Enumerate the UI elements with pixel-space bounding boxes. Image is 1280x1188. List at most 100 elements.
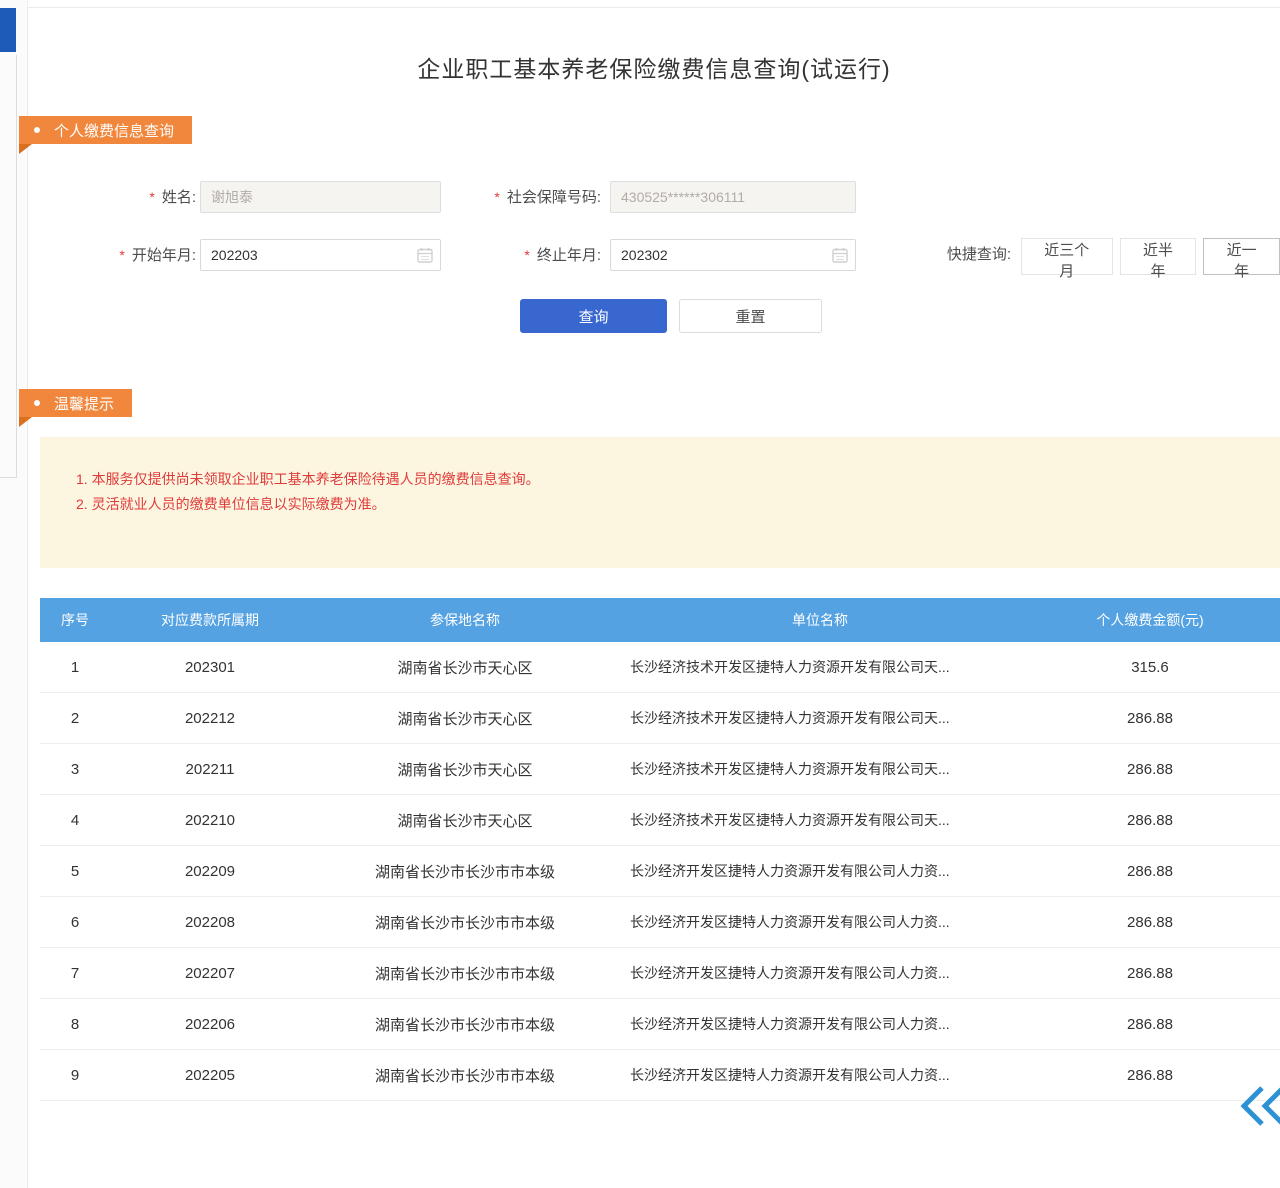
table-header-row: 序号对应费款所属期参保地名称单位名称个人缴费金额(元) xyxy=(40,598,1280,642)
table-header-cell: 参保地名称 xyxy=(310,598,620,642)
table-row: 7 202207 湖南省长沙市长沙市市本级 长沙经济开发区捷特人力资源开发有限公… xyxy=(40,948,1280,999)
cell-index: 2 xyxy=(40,693,110,744)
cell-amount: 286.88 xyxy=(1020,795,1280,846)
cell-period: 202301 xyxy=(110,642,310,693)
page-title: 企业职工基本养老保险缴费信息查询(试运行) xyxy=(28,50,1280,84)
ssn-input[interactable] xyxy=(610,181,856,213)
badge-fold-corner xyxy=(19,417,32,427)
badge-fold-corner xyxy=(19,144,32,154)
cell-index: 4 xyxy=(40,795,110,846)
notice-box: 1. 本服务仅提供尚未领取企业职工基本养老保险待遇人员的缴费信息查询。2. 灵活… xyxy=(40,437,1280,568)
table-row: 5 202209 湖南省长沙市长沙市市本级 长沙经济开发区捷特人力资源开发有限公… xyxy=(40,846,1280,897)
quick-query-button[interactable]: 近三个月 xyxy=(1021,238,1113,275)
table-row: 6 202208 湖南省长沙市长沙市市本级 长沙经济开发区捷特人力资源开发有限公… xyxy=(40,897,1280,948)
cell-company: 长沙经济技术开发区捷特人力资源开发有限公司天... xyxy=(620,744,1020,795)
end-date-input[interactable] xyxy=(610,239,856,271)
table-row: 9 202205 湖南省长沙市长沙市市本级 长沙经济开发区捷特人力资源开发有限公… xyxy=(40,1050,1280,1101)
cell-amount: 286.88 xyxy=(1020,948,1280,999)
cell-period: 202210 xyxy=(110,795,310,846)
table-header-cell: 对应费款所属期 xyxy=(110,598,310,642)
start-date-label: *开始年月: xyxy=(68,239,196,271)
table-header-cell: 单位名称 xyxy=(620,598,1020,642)
cell-amount: 286.88 xyxy=(1020,693,1280,744)
cell-region: 湖南省长沙市天心区 xyxy=(310,795,620,846)
cell-region: 湖南省长沙市天心区 xyxy=(310,744,620,795)
query-button[interactable]: 查询 xyxy=(520,299,667,333)
cell-amount: 286.88 xyxy=(1020,999,1280,1050)
calendar-icon[interactable] xyxy=(832,247,848,263)
start-date-input[interactable] xyxy=(200,239,441,271)
main-panel: 企业职工基本养老保险缴费信息查询(试运行) 个人缴费信息查询 *姓名: *社会保… xyxy=(27,7,1280,1188)
end-date-field-wrap xyxy=(610,239,856,271)
section-badge-label: 个人缴费信息查询 xyxy=(54,120,174,141)
ssn-label: *社会保障号码: xyxy=(448,181,601,213)
required-mark: * xyxy=(119,247,124,263)
table-row: 1 202301 湖南省长沙市天心区 长沙经济技术开发区捷特人力资源开发有限公司… xyxy=(40,642,1280,693)
cell-company: 长沙经济开发区捷特人力资源开发有限公司人力资... xyxy=(620,1050,1020,1101)
reset-button[interactable]: 重置 xyxy=(679,299,822,333)
cell-index: 5 xyxy=(40,846,110,897)
cell-period: 202206 xyxy=(110,999,310,1050)
cell-region: 湖南省长沙市长沙市市本级 xyxy=(310,846,620,897)
name-field-wrap xyxy=(200,181,441,213)
sidebar-collapsed-tab[interactable] xyxy=(0,8,16,52)
section-badge-label: 温馨提示 xyxy=(54,393,114,414)
cell-index: 1 xyxy=(40,642,110,693)
collapsed-sidebar-divider xyxy=(16,55,17,478)
cell-company: 长沙经济技术开发区捷特人力资源开发有限公司天... xyxy=(620,642,1020,693)
cell-amount: 286.88 xyxy=(1020,897,1280,948)
cell-amount: 286.88 xyxy=(1020,846,1280,897)
cell-region: 湖南省长沙市长沙市市本级 xyxy=(310,948,620,999)
table-row: 8 202206 湖南省长沙市长沙市市本级 长沙经济开发区捷特人力资源开发有限公… xyxy=(40,999,1280,1050)
section-badge-personal-query: 个人缴费信息查询 xyxy=(19,116,192,144)
cell-period: 202207 xyxy=(110,948,310,999)
cell-company: 长沙经济开发区捷特人力资源开发有限公司人力资... xyxy=(620,999,1020,1050)
cell-period: 202208 xyxy=(110,897,310,948)
name-input[interactable] xyxy=(200,181,441,213)
quick-query-button[interactable]: 近一年 xyxy=(1203,238,1280,275)
cell-period: 202211 xyxy=(110,744,310,795)
cell-period: 202209 xyxy=(110,846,310,897)
cell-company: 长沙经济技术开发区捷特人力资源开发有限公司天... xyxy=(620,693,1020,744)
quick-query-button[interactable]: 近半年 xyxy=(1120,238,1197,275)
cell-amount: 315.6 xyxy=(1020,642,1280,693)
cell-region: 湖南省长沙市天心区 xyxy=(310,693,620,744)
calendar-icon[interactable] xyxy=(417,247,433,263)
end-date-label: *终止年月: xyxy=(448,239,601,271)
cell-company: 长沙经济技术开发区捷特人力资源开发有限公司天... xyxy=(620,795,1020,846)
required-mark: * xyxy=(524,247,529,263)
cell-company: 长沙经济开发区捷特人力资源开发有限公司人力资... xyxy=(620,948,1020,999)
ssn-field-wrap xyxy=(610,181,856,213)
table-row: 3 202211 湖南省长沙市天心区 长沙经济技术开发区捷特人力资源开发有限公司… xyxy=(40,744,1280,795)
bullet-icon xyxy=(34,127,40,133)
cell-index: 7 xyxy=(40,948,110,999)
cell-period: 202212 xyxy=(110,693,310,744)
double-chevron-left-icon[interactable] xyxy=(1239,1084,1280,1128)
notice-line: 1. 本服务仅提供尚未领取企业职工基本养老保险待遇人员的缴费信息查询。 xyxy=(76,467,1280,492)
payment-table: 序号对应费款所属期参保地名称单位名称个人缴费金额(元) 1 202301 湖南省… xyxy=(40,598,1280,1101)
cell-region: 湖南省长沙市长沙市市本级 xyxy=(310,897,620,948)
quick-query-group: 近三个月近半年近一年 xyxy=(1021,238,1280,275)
cell-region: 湖南省长沙市天心区 xyxy=(310,642,620,693)
required-mark: * xyxy=(149,189,154,205)
required-mark: * xyxy=(494,189,499,205)
cell-amount: 286.88 xyxy=(1020,744,1280,795)
cell-company: 长沙经济开发区捷特人力资源开发有限公司人力资... xyxy=(620,846,1020,897)
cell-region: 湖南省长沙市长沙市市本级 xyxy=(310,1050,620,1101)
quick-query-label: 快捷查询: xyxy=(908,239,1011,271)
table-header-cell: 个人缴费金额(元) xyxy=(1020,598,1280,642)
section-badge-tips: 温馨提示 xyxy=(19,389,132,417)
cell-index: 9 xyxy=(40,1050,110,1101)
cell-company: 长沙经济开发区捷特人力资源开发有限公司人力资... xyxy=(620,897,1020,948)
cell-region: 湖南省长沙市长沙市市本级 xyxy=(310,999,620,1050)
start-date-field-wrap xyxy=(200,239,441,271)
name-label: *姓名: xyxy=(68,181,196,213)
notice-line: 2. 灵活就业人员的缴费单位信息以实际缴费为准。 xyxy=(76,492,1280,517)
cell-index: 6 xyxy=(40,897,110,948)
left-rail xyxy=(0,0,28,1188)
bullet-icon xyxy=(34,400,40,406)
table-row: 2 202212 湖南省长沙市天心区 长沙经济技术开发区捷特人力资源开发有限公司… xyxy=(40,693,1280,744)
table-row: 4 202210 湖南省长沙市天心区 长沙经济技术开发区捷特人力资源开发有限公司… xyxy=(40,795,1280,846)
table-header-cell: 序号 xyxy=(40,598,110,642)
cell-index: 3 xyxy=(40,744,110,795)
